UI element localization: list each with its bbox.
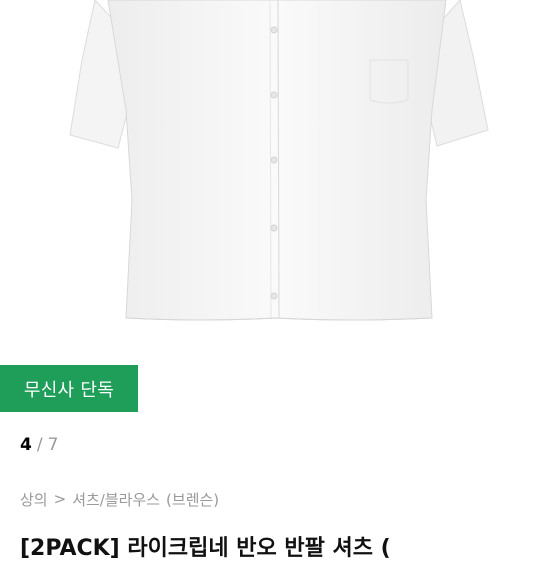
product-image[interactable] bbox=[0, 0, 554, 345]
image-pager: 4 / 7 bbox=[20, 434, 58, 456]
white-shirt-illustration bbox=[69, 0, 489, 321]
breadcrumb-subcategory[interactable]: 셔츠/블라우스 bbox=[72, 489, 160, 510]
pager-separator: / bbox=[36, 435, 43, 455]
breadcrumb-brand[interactable]: (브렌슨) bbox=[166, 489, 219, 510]
breadcrumb-separator: > bbox=[53, 490, 67, 508]
breadcrumb-category[interactable]: 상의 bbox=[20, 489, 48, 510]
exclusive-badge: 무신사 단독 bbox=[0, 365, 138, 412]
pager-current: 4 bbox=[20, 435, 32, 455]
pager-total: 7 bbox=[47, 435, 59, 455]
exclusive-badge-label: 무신사 단독 bbox=[23, 379, 115, 401]
product-title: [2PACK] 라이크립네 반오 반팔 셔츠 ( bbox=[20, 536, 391, 561]
breadcrumb: 상의 > 셔츠/블라우스 (브렌슨) bbox=[20, 488, 219, 510]
